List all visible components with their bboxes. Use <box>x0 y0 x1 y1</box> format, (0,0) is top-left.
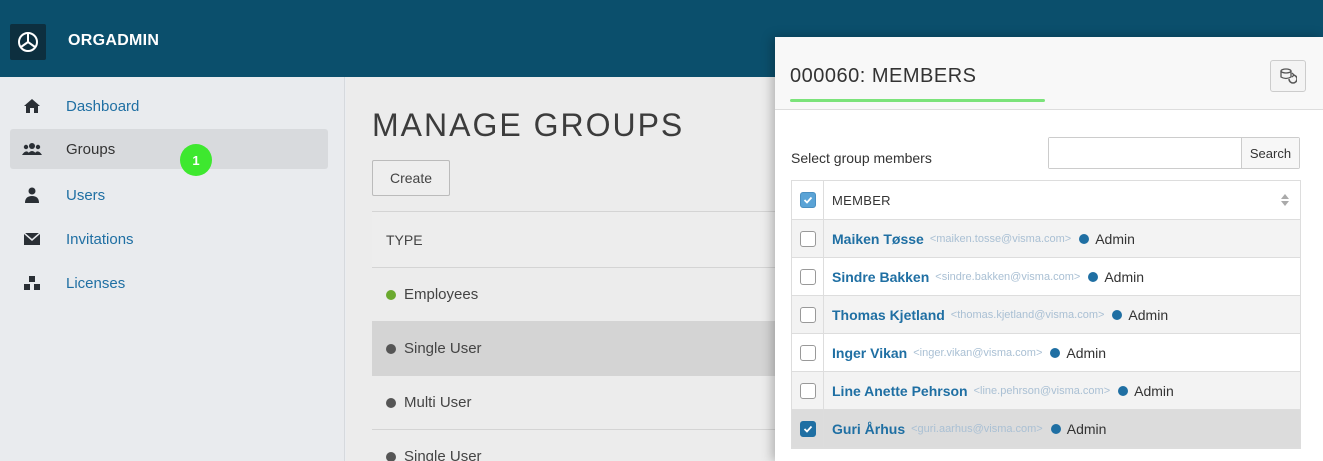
list-item[interactable]: Line Anette Pehrson <line.pehrson@visma.… <box>792 372 1300 410</box>
sidebar-item-licenses[interactable]: Licenses <box>10 263 328 303</box>
list-item[interactable]: Maiken Tøsse <maiken.tosse@visma.com> Ad… <box>792 220 1300 258</box>
member-role: Admin <box>1066 344 1107 361</box>
cubes-icon <box>22 273 42 293</box>
member-role: Admin <box>1066 420 1107 437</box>
role-dot <box>1079 233 1090 244</box>
status-dot <box>386 397 396 408</box>
role-dot <box>1050 423 1061 434</box>
groups-table: TYPE Employees Single User Multi User Si… <box>372 211 782 461</box>
member-name: Inger Vikan <box>832 344 908 361</box>
member-name: Guri Århus <box>832 420 906 437</box>
envelope-icon <box>22 229 42 249</box>
column-header-member[interactable]: MEMBER <box>824 193 891 208</box>
members-panel: 000060: MEMBERS Select group members Sea… <box>775 37 1323 461</box>
member-role: Admin <box>1128 306 1169 323</box>
column-header-type[interactable]: TYPE <box>372 212 782 268</box>
sidebar-item-dashboard[interactable]: Dashboard <box>10 86 328 126</box>
sidebar-item-label: Invitations <box>66 230 134 248</box>
member-role: Admin <box>1095 230 1135 247</box>
sort-icon[interactable] <box>1280 193 1290 210</box>
member-role: Admin <box>1134 382 1174 399</box>
panel-header: 000060: MEMBERS <box>775 37 1323 110</box>
list-item[interactable]: Thomas Kjetland <thomas.kjetland@visma.c… <box>792 296 1300 334</box>
select-all-checkbox[interactable] <box>799 192 816 208</box>
member-email: <maiken.tosse@visma.com> <box>929 232 1072 245</box>
role-dot <box>1050 347 1061 358</box>
sidebar-item-groups[interactable]: Groups <box>10 129 328 169</box>
member-name: Line Anette Pehrson <box>832 382 968 399</box>
page-title: MANAGE GROUPS <box>372 107 685 143</box>
refresh-button[interactable] <box>1270 60 1306 92</box>
member-email: <inger.vikan@visma.com> <box>913 346 1043 359</box>
group-type-label: Single User <box>404 448 482 461</box>
table-row[interactable]: Single User <box>372 430 782 461</box>
user-icon <box>22 185 42 205</box>
member-checkbox[interactable] <box>799 230 816 247</box>
table-row[interactable]: Multi User <box>372 376 782 430</box>
sidebar-item-label: Licenses <box>66 274 126 292</box>
member-name: Sindre Bakken <box>832 268 930 285</box>
users-icon <box>22 139 42 159</box>
create-button[interactable]: Create <box>372 160 450 196</box>
home-icon <box>22 96 42 116</box>
app-title[interactable]: ORGADMIN <box>68 32 159 50</box>
table-header: MEMBER <box>792 181 1300 220</box>
status-dot <box>386 451 396 461</box>
main-content: MANAGE GROUPS Create TYPE Employees Sing… <box>346 77 782 461</box>
member-checkbox[interactable] <box>799 382 816 399</box>
member-email: <thomas.kjetland@visma.com> <box>950 308 1105 321</box>
table-row[interactable]: Employees <box>372 268 782 322</box>
refresh-icon <box>1280 68 1297 84</box>
member-email: <line.pehrson@visma.com> <box>973 384 1111 397</box>
select-members-label: Select group members <box>791 150 932 166</box>
step-badge: 1 <box>180 144 212 176</box>
member-email: <sindre.bakken@visma.com> <box>935 270 1081 283</box>
search-input[interactable] <box>1049 138 1241 168</box>
list-item[interactable]: Sindre Bakken <sindre.bakken@visma.com> … <box>792 258 1300 296</box>
table-row[interactable]: Single User <box>372 322 782 376</box>
member-checkbox[interactable] <box>799 420 816 437</box>
member-checkbox[interactable] <box>799 306 816 323</box>
member-checkbox[interactable] <box>799 344 816 361</box>
search-button[interactable]: Search <box>1241 138 1299 168</box>
sidebar-item-label: Dashboard <box>66 97 140 115</box>
member-checkbox[interactable] <box>799 268 816 285</box>
member-name: Thomas Kjetland <box>832 306 945 323</box>
list-item[interactable]: Guri Århus <guri.aarhus@visma.com> Admin <box>792 410 1300 448</box>
status-dot <box>386 343 396 354</box>
sidebar: Dashboard Groups Users Invitations Licen… <box>0 77 345 461</box>
group-type-label: Single User <box>404 340 482 357</box>
member-email: <guri.aarhus@visma.com> <box>911 422 1043 435</box>
status-dot <box>386 289 396 300</box>
member-name: Maiken Tøsse <box>832 230 924 247</box>
role-dot <box>1118 385 1129 396</box>
role-dot <box>1088 271 1099 282</box>
member-role: Admin <box>1104 268 1145 285</box>
group-type-label: Employees <box>404 286 479 303</box>
search-group: Search <box>1048 137 1300 169</box>
group-type-label: Multi User <box>404 394 472 411</box>
members-table: MEMBER Maiken Tøsse <maiken.tosse@visma.… <box>791 180 1301 449</box>
sidebar-item-label: Users <box>66 186 106 204</box>
sidebar-item-label: Groups <box>66 140 116 158</box>
title-underline <box>790 99 1045 102</box>
sidebar-item-invitations[interactable]: Invitations <box>10 219 328 259</box>
app-logo-icon[interactable] <box>10 24 46 60</box>
role-dot <box>1112 309 1123 320</box>
panel-title: 000060: MEMBERS <box>790 65 977 87</box>
list-item[interactable]: Inger Vikan <inger.vikan@visma.com> Admi… <box>792 334 1300 372</box>
sidebar-item-users[interactable]: Users <box>10 175 328 215</box>
